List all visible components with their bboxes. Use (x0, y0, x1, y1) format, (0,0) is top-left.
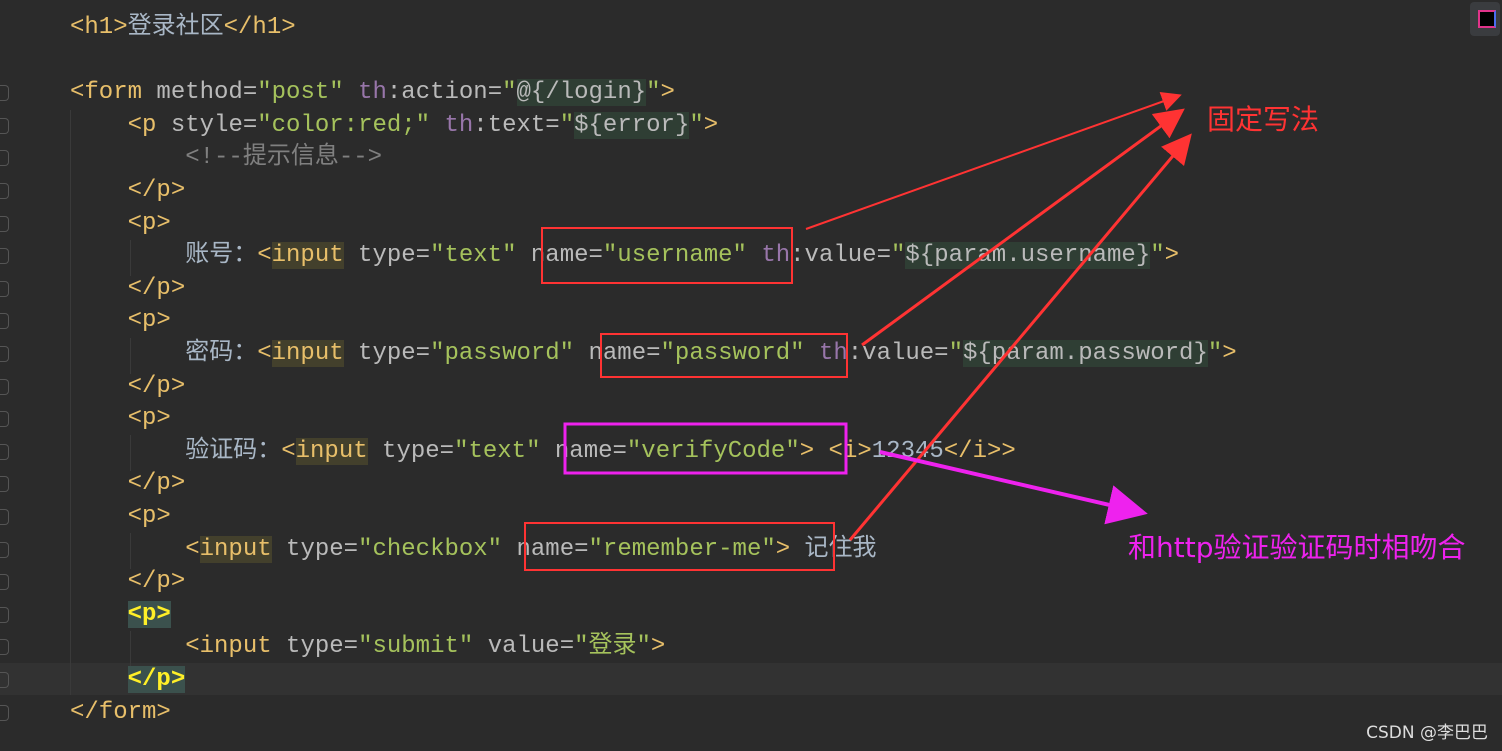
annotation-fixed-syntax: 固定写法 (1207, 103, 1320, 136)
highlight-box-username (541, 227, 793, 284)
arrow-verifycode (879, 450, 1148, 525)
arrow-remember-me (848, 133, 1192, 541)
highlight-box-verifycode (563, 422, 848, 475)
watermark: CSDN @李巴巴 (1366, 723, 1488, 743)
arrow-username (805, 91, 1182, 230)
highlight-box-remember-me (524, 522, 835, 571)
arrow-password (861, 108, 1185, 347)
annotation-http-match: 和http验证验证码时相吻合 (1128, 531, 1466, 564)
highlight-box-password (600, 333, 848, 378)
